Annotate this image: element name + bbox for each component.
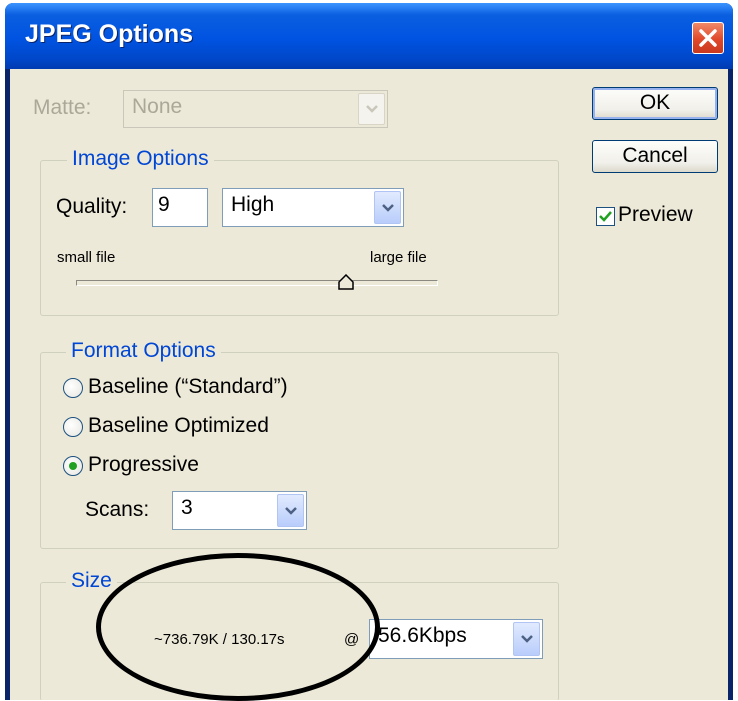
quality-value: 9: [158, 193, 170, 216]
close-button[interactable]: [692, 22, 724, 54]
radio-baseline-optimized-label: Baseline Optimized: [88, 414, 269, 437]
preview-checkbox[interactable]: [596, 207, 615, 226]
quality-input[interactable]: 9: [152, 188, 208, 227]
radio-baseline-standard-label: Baseline (“Standard”): [88, 375, 288, 398]
quality-slider-track[interactable]: [76, 280, 438, 286]
slider-min-label: small file: [57, 249, 116, 266]
format-options-legend: Format Options: [66, 339, 221, 363]
annotation-ellipse: [96, 553, 380, 701]
scans-select[interactable]: 3: [172, 491, 307, 530]
image-options-group: [40, 160, 559, 316]
quality-preset-value: High: [231, 193, 275, 216]
chevron-down-icon[interactable]: [277, 494, 304, 527]
radio-selected-dot: [69, 462, 77, 470]
matte-value: None: [132, 95, 183, 118]
cancel-button[interactable]: Cancel: [592, 140, 718, 173]
quality-label: Quality:: [56, 195, 128, 218]
slider-max-label: large file: [370, 249, 427, 266]
chevron-down-icon: [358, 93, 385, 125]
size-legend: Size: [66, 569, 117, 593]
connection-speed-select[interactable]: 56.6Kbps: [369, 619, 543, 659]
chevron-down-icon[interactable]: [374, 191, 401, 224]
title-bar[interactable]: JPEG Options: [5, 3, 733, 69]
quality-preset-select[interactable]: High: [222, 188, 404, 227]
preview-label: Preview: [618, 203, 693, 226]
matte-label: Matte:: [33, 96, 92, 119]
matte-select: None: [123, 90, 388, 128]
scans-label: Scans:: [85, 498, 150, 521]
quality-slider-thumb[interactable]: [338, 274, 354, 290]
radio-progressive-label: Progressive: [88, 453, 199, 476]
close-icon: [699, 29, 717, 47]
connection-speed-value: 56.6Kbps: [378, 624, 467, 647]
check-icon: [599, 211, 612, 222]
image-options-legend: Image Options: [67, 147, 214, 171]
radio-baseline-optimized[interactable]: [63, 417, 83, 437]
chevron-down-icon[interactable]: [513, 622, 540, 656]
ok-button[interactable]: OK: [592, 87, 718, 120]
radio-baseline-standard[interactable]: [63, 378, 83, 398]
dialog-title: JPEG Options: [25, 20, 194, 48]
radio-progressive[interactable]: [63, 456, 83, 476]
scans-value: 3: [181, 496, 193, 519]
